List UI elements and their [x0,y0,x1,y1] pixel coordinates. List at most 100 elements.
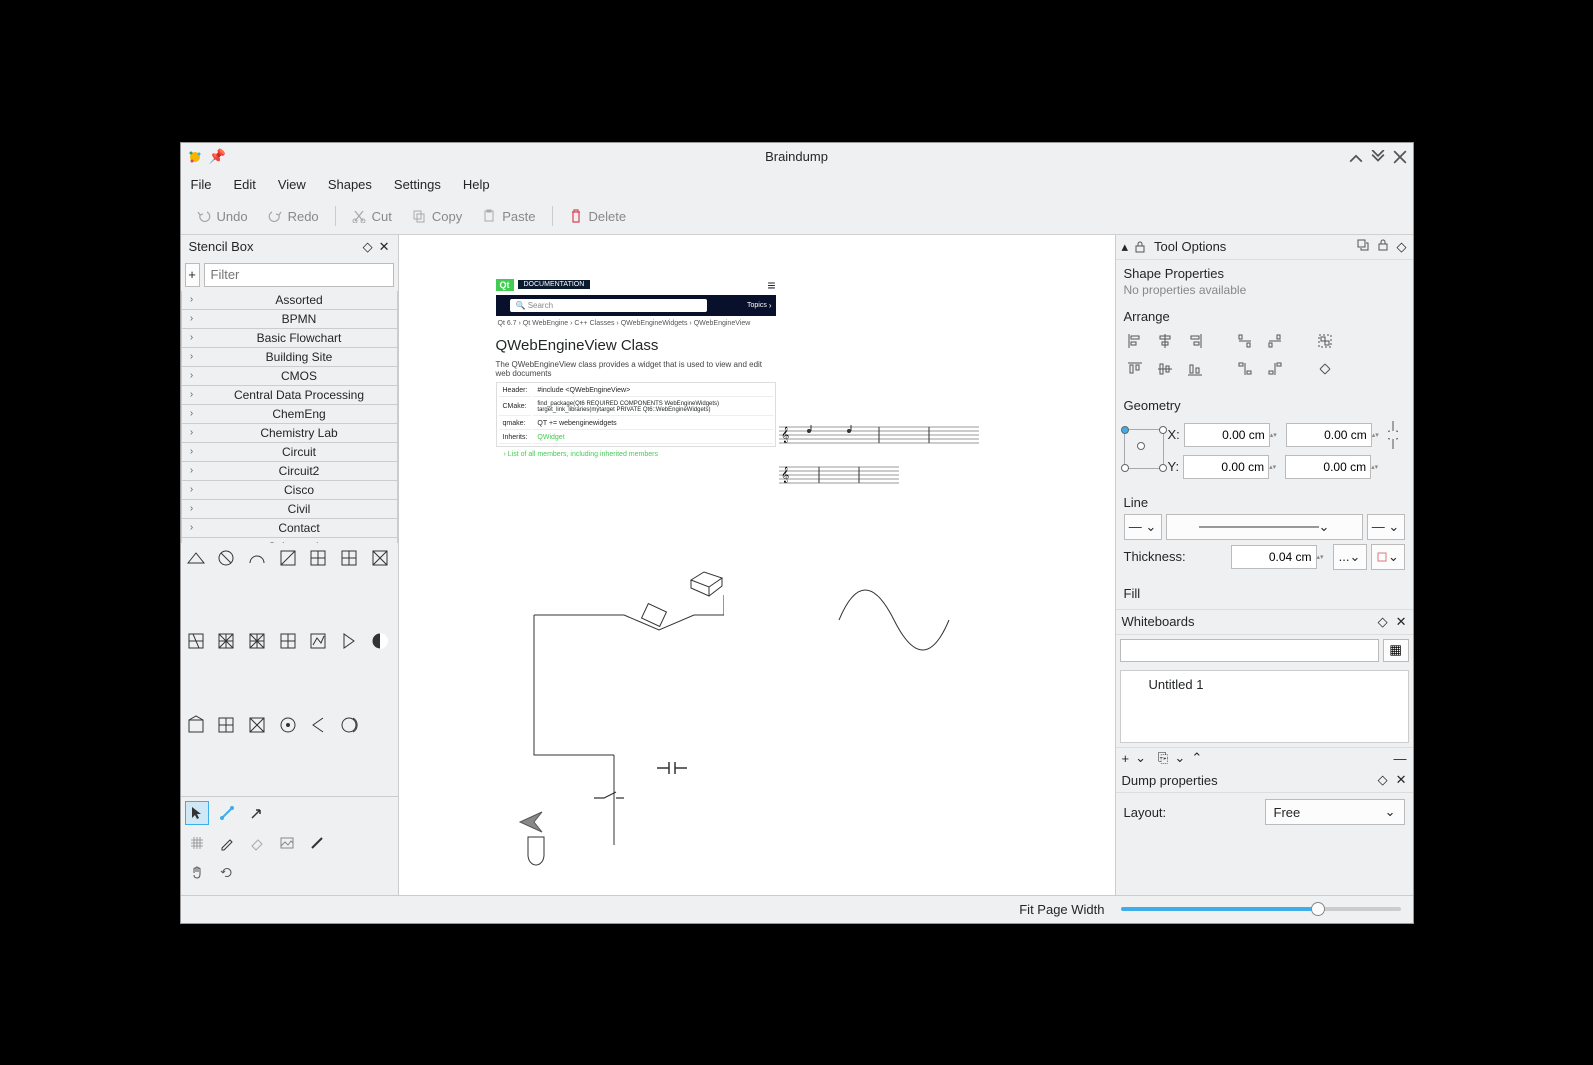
close-panel-icon[interactable]: ✕ [1396,614,1407,630]
hand-tool[interactable] [185,861,209,885]
distribute-bottom-button[interactable] [1264,358,1286,380]
shape-icon[interactable] [183,712,209,738]
shape-icon[interactable] [183,545,209,571]
stencil-cat[interactable]: ›Cisco [181,480,398,500]
shape-icon[interactable] [213,712,239,738]
switch-shape[interactable] [594,790,624,800]
capacitor-shape[interactable] [657,760,687,776]
menu-shapes[interactable]: Shapes [326,173,374,196]
chevron-down-icon[interactable]: ⌄ [1135,750,1146,766]
y-input[interactable] [1183,455,1269,479]
shape-icon[interactable] [305,712,331,738]
close-panel-icon[interactable]: ✕ [379,239,390,255]
stencil-cat[interactable]: ›Chemistry Lab [181,423,398,443]
shape-icon[interactable] [305,545,331,571]
undo-button[interactable]: Undo [189,205,256,228]
arrow-tool[interactable] [245,801,269,825]
align-left-button[interactable] [1124,330,1146,352]
shape-icon[interactable] [367,545,393,571]
stencil-cat[interactable]: ›Circuit [181,442,398,462]
whiteboard-grid-button[interactable]: ▦ [1383,639,1409,662]
distribute-right-button[interactable] [1264,330,1286,352]
refresh-tool[interactable] [215,861,239,885]
shape-icon[interactable] [275,628,301,654]
link-icon[interactable] [1388,419,1398,451]
distribute-top-button[interactable] [1234,358,1256,380]
delete-button[interactable]: Delete [561,205,635,228]
add-stencil-button[interactable]: + [185,263,200,287]
arrow-head-shape[interactable] [514,810,544,834]
align-center-h-button[interactable] [1154,330,1176,352]
shape-icon[interactable] [336,712,362,738]
stencil-cat[interactable]: ›Building Site [181,347,398,367]
cut-button[interactable]: Cut [344,205,400,228]
music-staff-1[interactable]: 𝄞 [779,425,979,445]
minus-icon[interactable]: — [1394,751,1407,766]
thickness-input[interactable] [1231,545,1317,569]
shape-icon[interactable] [213,628,239,654]
chevron-up-icon[interactable]: ⌃ [1191,750,1202,766]
menu-edit[interactable]: Edit [231,173,257,196]
shape-icon[interactable] [244,545,270,571]
line-tool[interactable] [215,801,239,825]
maximize-button[interactable] [1371,150,1385,164]
line-end-select[interactable]: — ⌄ [1367,514,1405,540]
shape-icon[interactable] [305,628,331,654]
line-cap-select[interactable]: ⌄ [1371,544,1405,570]
line-more-select[interactable]: ... ⌄ [1333,544,1367,570]
shape-icon[interactable] [367,628,393,654]
redo-button[interactable]: Redo [260,205,327,228]
music-staff-2[interactable]: 𝄞 [779,465,899,485]
x-input[interactable] [1184,423,1270,447]
shape-icon[interactable] [244,628,270,654]
pencil-tool[interactable] [215,831,239,855]
qt-doc-shape[interactable]: Qt DOCUMENTATION ≡ 🔍 Search Topics› Qt 6… [496,275,776,462]
distribute-left-button[interactable] [1234,330,1256,352]
layout-select[interactable]: Free⌄ [1265,799,1405,825]
line-start-select[interactable]: — ⌄ [1124,514,1162,540]
bulb-shape[interactable] [524,835,548,875]
copy-button[interactable]: Copy [404,205,470,228]
menu-settings[interactable]: Settings [392,173,443,196]
float-icon[interactable]: ◇ [1378,772,1388,788]
shape-icon[interactable] [275,712,301,738]
stencil-cat[interactable]: ›Central Data Processing [181,385,398,405]
s-curve-shape[interactable] [834,570,954,670]
close-button[interactable] [1393,150,1407,164]
shape-icon[interactable] [336,628,362,654]
shape-icon[interactable] [275,545,301,571]
stencil-cat[interactable]: ›Contact [181,518,398,538]
h-input[interactable] [1285,455,1371,479]
stencil-cat[interactable]: ›ChemEng [181,404,398,424]
whiteboard-item[interactable]: Untitled 1 [1125,675,1404,694]
stencil-cat[interactable]: ›CMOS [181,366,398,386]
menu-view[interactable]: View [276,173,308,196]
stencil-cat[interactable]: ›BPMN [181,309,398,329]
align-bottom-button[interactable] [1184,358,1206,380]
whiteboard-list[interactable]: Untitled 1 [1120,670,1409,744]
w-input[interactable] [1286,423,1372,447]
menu-file[interactable]: File [189,173,214,196]
eraser-tool[interactable] [245,831,269,855]
stencil-cat[interactable]: ›Circuit2 [181,461,398,481]
filter-input[interactable] [204,263,394,287]
menu-help[interactable]: Help [461,173,492,196]
align-right-button[interactable] [1184,330,1206,352]
group-button[interactable] [1314,330,1336,352]
minimize-button[interactable] [1349,150,1363,164]
lock-icon[interactable] [1377,239,1389,251]
align-center-v-button[interactable] [1154,358,1176,380]
stencil-cat[interactable]: ›Civil [181,499,398,519]
pointer-tool[interactable] [185,801,209,825]
detach-icon[interactable] [1357,239,1369,251]
grid-tool[interactable] [185,831,209,855]
close-panel-icon[interactable]: ✕ [1396,772,1407,788]
canvas[interactable]: Qt DOCUMENTATION ≡ 🔍 Search Topics› Qt 6… [399,235,1115,895]
shape-icon[interactable] [213,545,239,571]
whiteboard-name-input[interactable] [1120,639,1379,662]
shape-icon[interactable] [183,628,209,654]
copy-icon[interactable]: ⎘ [1158,750,1168,766]
align-top-button[interactable] [1124,358,1146,380]
float-icon[interactable]: ◇ [363,239,373,255]
shape-icon[interactable] [336,545,362,571]
